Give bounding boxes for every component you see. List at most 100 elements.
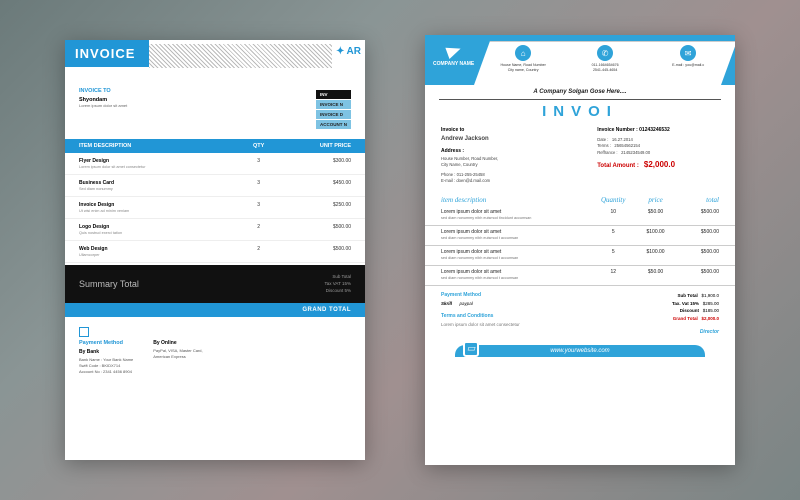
- pay-skrill: Skrill: [441, 301, 452, 306]
- payment-methods: Skrill paypal: [441, 300, 575, 308]
- tax-val: $285.00: [703, 301, 719, 306]
- bottom-section: Payment Method Skrill paypal Terms and C…: [425, 286, 735, 341]
- client-email: E-mail : doen@d.mail.com: [441, 178, 587, 184]
- info-bar: ⌂ House Name, Road Number City name, Cou…: [474, 41, 735, 85]
- summary-bar: Summary Total Sub Total Tax VAT 15% Disc…: [65, 265, 365, 303]
- client-name: Andrew Jackson: [441, 135, 587, 144]
- col-description: item description: [441, 196, 592, 204]
- grand-label: Grand Total: [673, 316, 698, 321]
- header-pattern: [149, 44, 332, 68]
- tax-row: Tax. Vat 15% $285.00: [585, 300, 719, 308]
- table-row: Invoice DesignUt wisi enim ad minim veni…: [65, 197, 365, 219]
- terms-value: 25654562154: [614, 143, 640, 148]
- terms-heading: Terms and Conditions: [441, 313, 575, 319]
- disc-val: $185.00: [703, 308, 719, 313]
- col-description: ITEM DESCRIPTION: [79, 143, 233, 149]
- bank-heading: By Bank: [79, 349, 133, 355]
- terms-text: Lorem ipsum dolor sit amet consectetur: [441, 321, 575, 329]
- logo-text: AR: [347, 46, 361, 57]
- total-value: $2,000.0: [644, 160, 675, 169]
- client-address: House Number, Road Number, City Name, Co…: [441, 156, 587, 169]
- phone-text: 011-1664654676 2541-445-4654: [566, 63, 644, 72]
- subtotal-row: Sub Total $1,900.0: [585, 292, 719, 300]
- tax-label: Tax. Vat 15%: [672, 301, 699, 306]
- address-label: Address :: [441, 148, 587, 154]
- table-row: Flyer DesignLorem ipsum dolor sit amet c…: [65, 153, 365, 175]
- address-text: House Name, Road Number City name, Count…: [484, 63, 562, 72]
- to-label: Invoice to: [441, 127, 587, 133]
- home-icon: ⌂: [515, 45, 531, 61]
- sub-label: Sub Total: [678, 293, 698, 298]
- divider: [439, 99, 721, 100]
- card-icon: [79, 327, 89, 337]
- bill-to: Invoice to Andrew Jackson Address : Hous…: [441, 127, 587, 184]
- info-email: ✉ E-mail : you@mail.c: [647, 41, 729, 85]
- terms-label: Terms :: [597, 143, 611, 148]
- online-block: By Online PayPal, VISA, Master Card, Ame…: [153, 327, 202, 375]
- logo-icon: ✦: [336, 46, 344, 57]
- slogan: A Company Solgan Gose Here....: [425, 85, 735, 99]
- header: INVOICE ✦ AR: [65, 40, 365, 80]
- summary-label: Summary Total: [79, 279, 139, 289]
- sub-val: $1,900.0: [701, 293, 719, 298]
- date-label: Date :: [597, 137, 608, 142]
- invoice-title: INVOI: [425, 103, 735, 120]
- total-label: Total Amount :: [597, 163, 639, 169]
- totals: Sub Total $1,900.0 Tax. Vat 15% $285.00 …: [585, 292, 719, 335]
- bottom-left: Payment Method Skrill paypal Terms and C…: [441, 292, 575, 335]
- invoice-template-2: COMPANY NAME ⌂ House Name, Road Number C…: [425, 35, 735, 465]
- table-row: Lorem ipsum dolor sit amet5$100.00$500.0…: [425, 226, 735, 246]
- table-row: Web DesignUllamcorper2$500.00: [65, 241, 365, 263]
- disc-label: Discount: [680, 308, 699, 313]
- signature: Director: [585, 329, 719, 335]
- invoice-details: Invoice Number : 01243246532 Date : 16.2…: [597, 127, 719, 184]
- summary-lines: Sub Total Tax VAT 15% Discount 5%: [324, 273, 351, 295]
- client-sub: Lorem ipsum dolor sit amet: [79, 103, 127, 109]
- payment-block: Payment Method By Bank Bank Name : Your …: [79, 327, 133, 375]
- payment-heading: Payment Method: [441, 292, 575, 298]
- invoice-number: Invoice Number : 01243246532: [597, 127, 719, 133]
- table-row: Logo DesignQuis nostrud exerci tation2$5…: [65, 219, 365, 241]
- ref-label: Reffrance :: [597, 150, 617, 155]
- footer-url: www.yourwebsite.com: [550, 348, 609, 354]
- online-lines: PayPal, VISA, Master Card, American Expr…: [153, 348, 202, 360]
- info-address: ⌂ House Name, Road Number City name, Cou…: [482, 41, 564, 85]
- plane-icon: [445, 43, 462, 59]
- invoice-template-1: INVOICE ✦ AR INVOICE TO Shyondam Lorem i…: [65, 40, 365, 460]
- table-row: Business CardSed diam nonummy3$450.00: [65, 175, 365, 197]
- tax-label: Tax VAT 15%: [324, 280, 351, 287]
- grand-row: Grand Total $2,000.0: [585, 315, 719, 323]
- invoice-title: INVOICE: [65, 40, 149, 67]
- grand-val: $2,000.0: [701, 316, 719, 321]
- payment-title: Payment Method: [79, 340, 133, 346]
- col-total: total: [677, 196, 719, 204]
- chip-number: INVOICE N: [316, 100, 351, 109]
- table-header: item description Quantity price total: [425, 194, 735, 206]
- meta-row: INVOICE TO Shyondam Lorem ipsum dolor si…: [65, 80, 365, 133]
- online-heading: By Online: [153, 340, 202, 346]
- chip-date: INVOICE D: [316, 110, 351, 119]
- col-price: UNIT PRICE: [284, 143, 351, 149]
- grand-total-bar: GRAND TOTAL: [65, 303, 365, 317]
- meta: Invoice to Andrew Jackson Address : Hous…: [425, 123, 735, 188]
- company-logo: ✦ AR: [332, 40, 365, 57]
- items-table: Flyer DesignLorem ipsum dolor sit amet c…: [65, 153, 365, 263]
- subtotal-label: Sub Total: [324, 273, 351, 280]
- col-qty: QTY: [233, 143, 284, 149]
- table-row: Lorem ipsum dolor sit amet10$50.00$500.0…: [425, 206, 735, 226]
- payment-section: Payment Method By Bank Bank Name : Your …: [65, 317, 365, 385]
- chip-account: ACCOUNT N: [316, 120, 351, 129]
- invoice-meta-chips: INV INVOICE N INVOICE D ACCOUNT N: [316, 90, 351, 129]
- ref-value: 2145234549.00: [621, 150, 650, 155]
- col-price: price: [634, 196, 676, 204]
- pay-paypal: paypal: [460, 301, 473, 306]
- bank-lines: Bank Name : Your Bank Name Swift Code : …: [79, 357, 133, 375]
- mail-icon: ✉: [680, 45, 696, 61]
- email-text: E-mail : you@mail.c: [649, 63, 727, 68]
- header: COMPANY NAME ⌂ House Name, Road Number C…: [425, 35, 735, 85]
- invoice-to-label: INVOICE TO: [79, 88, 127, 94]
- company-name: COMPANY NAME: [433, 61, 474, 67]
- globe-icon: ▭: [463, 341, 479, 357]
- discount-label: Discount 5%: [324, 287, 351, 294]
- footer: ▭ www.yourwebsite.com: [455, 345, 705, 357]
